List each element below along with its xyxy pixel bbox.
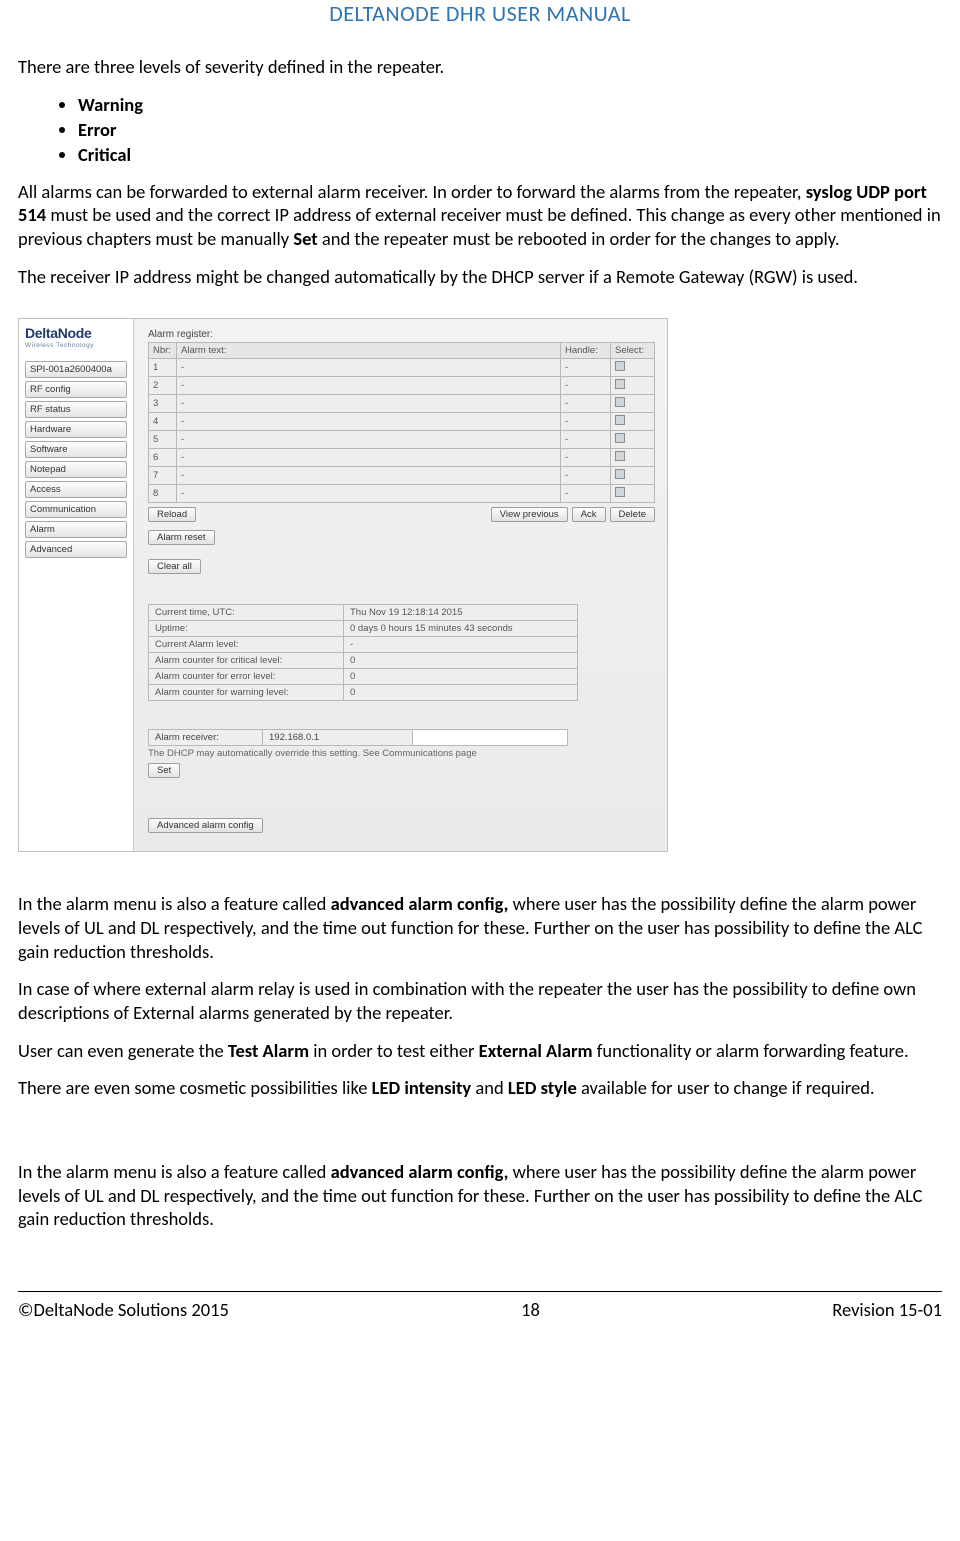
select-checkbox[interactable]: [615, 433, 625, 443]
table-row: 5--: [149, 431, 655, 449]
alarm-reset-button[interactable]: Alarm reset: [148, 530, 215, 545]
severity-item: Error: [78, 118, 942, 141]
set-button[interactable]: Set: [148, 763, 180, 778]
table-row: 4--: [149, 413, 655, 431]
sidebar-item-communication[interactable]: Communication: [25, 501, 127, 518]
page-title: DELTANODE DHR USER MANUAL: [18, 0, 942, 27]
select-checkbox[interactable]: [615, 361, 625, 371]
select-checkbox[interactable]: [615, 469, 625, 479]
delete-button[interactable]: Delete: [610, 507, 655, 522]
severity-item: Critical: [78, 143, 942, 166]
alarm-register-table: Nbr: Alarm text: Handle: Select: 1-- 2--…: [148, 342, 655, 503]
para-dhcp: The receiver IP address might be changed…: [18, 265, 942, 289]
sidebar-item-notepad[interactable]: Notepad: [25, 461, 127, 478]
alarm-receiver-input[interactable]: [413, 729, 568, 746]
footer: ©DeltaNode Solutions 2015 18 Revision 15…: [18, 1292, 942, 1329]
status-row: Uptime:0 days 0 hours 15 minutes 43 seco…: [149, 621, 578, 637]
status-row: Current time, UTC:Thu Nov 19 12:18:14 20…: [149, 605, 578, 621]
para-forwarding: All alarms can be forwarded to external …: [18, 180, 942, 251]
select-checkbox[interactable]: [615, 397, 625, 407]
status-row: Alarm counter for critical level:0: [149, 653, 578, 669]
logo-subtitle: Wireless Technology: [25, 342, 127, 349]
para-advanced-config-repeat: In the alarm menu is also a feature call…: [18, 1160, 942, 1231]
table-row: 1--: [149, 359, 655, 377]
page-number: 18: [521, 1298, 540, 1321]
status-table: Current time, UTC:Thu Nov 19 12:18:14 20…: [148, 604, 578, 701]
sidebar-item-alarm[interactable]: Alarm: [25, 521, 127, 538]
ack-button[interactable]: Ack: [572, 507, 606, 522]
select-checkbox[interactable]: [615, 451, 625, 461]
logo: DeltaNode: [25, 325, 127, 341]
sidebar-item-rf-status[interactable]: RF status: [25, 401, 127, 418]
para-external-relay: In case of where external alarm relay is…: [18, 977, 942, 1024]
sidebar-item-device[interactable]: SPI-001a2600400a: [25, 361, 127, 378]
select-checkbox[interactable]: [615, 379, 625, 389]
clear-all-button[interactable]: Clear all: [148, 559, 201, 574]
main-panel: Alarm register: Nbr: Alarm text: Handle:…: [134, 319, 667, 851]
table-row: 6--: [149, 449, 655, 467]
sidebar-item-rf-config[interactable]: RF config: [25, 381, 127, 398]
col-handle: Handle:: [561, 343, 611, 359]
status-row: Alarm counter for warning level:0: [149, 685, 578, 701]
alarm-register-title: Alarm register:: [148, 329, 655, 340]
app-screenshot: DeltaNode Wireless Technology SPI-001a26…: [18, 318, 668, 852]
col-text: Alarm text:: [177, 343, 561, 359]
select-checkbox[interactable]: [615, 487, 625, 497]
table-header-row: Nbr: Alarm text: Handle: Select:: [149, 343, 655, 359]
alarm-receiver-ip: 192.168.0.1: [263, 729, 413, 746]
footer-copyright: ©DeltaNode Solutions 2015: [18, 1298, 229, 1321]
alarm-receiver-row: Alarm receiver: 192.168.0.1: [148, 729, 655, 746]
para-led: There are even some cosmetic possibiliti…: [18, 1076, 942, 1100]
table-row: 2--: [149, 377, 655, 395]
select-checkbox[interactable]: [615, 415, 625, 425]
col-nbr: Nbr:: [149, 343, 177, 359]
status-row: Alarm counter for error level:0: [149, 669, 578, 685]
sidebar-item-access[interactable]: Access: [25, 481, 127, 498]
table-row: 7--: [149, 467, 655, 485]
alarm-receiver-label: Alarm receiver:: [148, 729, 263, 746]
col-select: Select:: [611, 343, 655, 359]
table-row: 8--: [149, 485, 655, 503]
footer-revision: Revision 15-01: [832, 1298, 942, 1321]
status-row: Current Alarm level:-: [149, 637, 578, 653]
severity-item: Warning: [78, 93, 942, 116]
sidebar-item-hardware[interactable]: Hardware: [25, 421, 127, 438]
table-row: 3--: [149, 395, 655, 413]
para-advanced-config: In the alarm menu is also a feature call…: [18, 892, 942, 963]
dhcp-note: The DHCP may automatically override this…: [148, 748, 655, 759]
view-previous-button[interactable]: View previous: [491, 507, 568, 522]
severity-list: Warning Error Critical: [58, 93, 942, 166]
sidebar-item-advanced[interactable]: Advanced: [25, 541, 127, 558]
intro-para: There are three levels of severity defin…: [18, 55, 942, 79]
sidebar-item-software[interactable]: Software: [25, 441, 127, 458]
advanced-alarm-config-button[interactable]: Advanced alarm config: [148, 818, 263, 833]
para-test-alarm: User can even generate the Test Alarm in…: [18, 1039, 942, 1063]
sidebar: DeltaNode Wireless Technology SPI-001a26…: [19, 319, 134, 851]
reload-button[interactable]: Reload: [148, 507, 196, 522]
